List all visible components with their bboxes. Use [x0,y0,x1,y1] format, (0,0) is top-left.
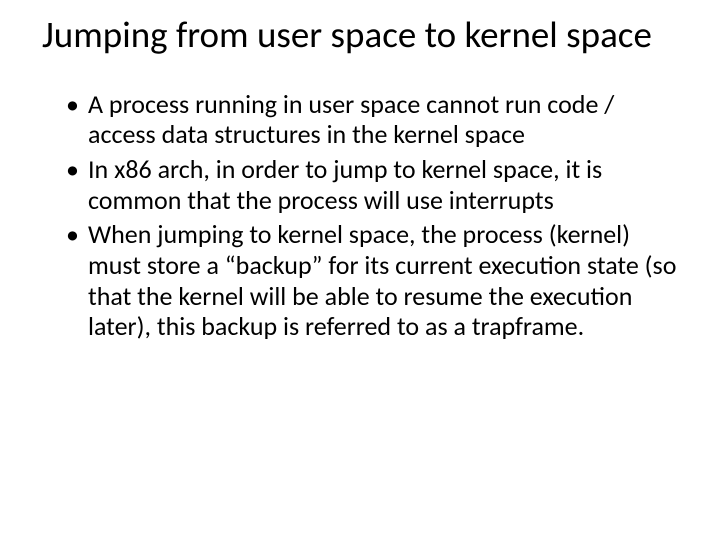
list-item: When jumping to kernel space, the proces… [66,219,678,342]
slide: Jumping from user space to kernel space … [0,0,720,540]
bullet-list: A process running in user space cannot r… [42,89,678,342]
list-item: In x86 arch, in order to jump to kernel … [66,154,678,215]
list-item: A process running in user space cannot r… [66,89,678,150]
slide-title: Jumping from user space to kernel space [42,14,678,57]
